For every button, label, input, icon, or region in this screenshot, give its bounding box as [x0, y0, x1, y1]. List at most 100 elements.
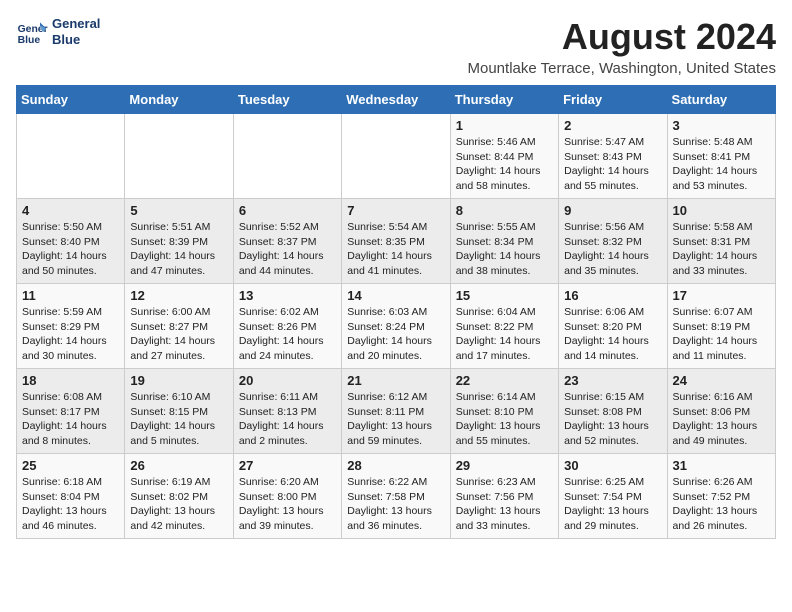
day-header-friday: Friday [559, 86, 667, 114]
day-info: Sunrise: 6:19 AM Sunset: 8:02 PM Dayligh… [130, 475, 227, 534]
calendar-cell: 3 Sunrise: 5:48 AM Sunset: 8:41 PM Daylig… [667, 114, 775, 199]
calendar-cell: 14Sunrise: 6:03 AM Sunset: 8:24 PM Dayli… [342, 284, 450, 369]
day-info: Sunrise: 5:52 AM Sunset: 8:37 PM Dayligh… [239, 220, 336, 279]
day-header-thursday: Thursday [450, 86, 558, 114]
day-number: 17 [673, 288, 770, 303]
calendar-cell [125, 114, 233, 199]
day-info: Sunrise: 5:58 AM Sunset: 8:31 PM Dayligh… [673, 220, 770, 279]
day-number: 23 [564, 373, 661, 388]
day-info: Sunrise: 5:47 AM Sunset: 8:43 PM Dayligh… [564, 135, 661, 194]
day-info: Sunrise: 6:08 AM Sunset: 8:17 PM Dayligh… [22, 390, 119, 449]
day-number: 26 [130, 458, 227, 473]
logo: General Blue General Blue [16, 16, 100, 48]
day-info: Sunrise: 6:23 AM Sunset: 7:56 PM Dayligh… [456, 475, 553, 534]
calendar-cell: 26 Sunrise: 6:19 AM Sunset: 8:02 PM Dayli… [125, 454, 233, 539]
logo-text-general: General [52, 16, 100, 32]
calendar-cell: 5 Sunrise: 5:51 AM Sunset: 8:39 PM Daylig… [125, 199, 233, 284]
calendar-cell: 19Sunrise: 6:10 AM Sunset: 8:15 PM Dayli… [125, 369, 233, 454]
calendar-cell: 21 Sunrise: 6:12 AM Sunset: 8:11 PM Dayli… [342, 369, 450, 454]
day-number: 22 [456, 373, 553, 388]
day-number: 21 [347, 373, 444, 388]
day-number: 3 [673, 118, 770, 133]
day-info: Sunrise: 6:00 AM Sunset: 8:27 PM Dayligh… [130, 305, 227, 364]
calendar-cell: 6Sunrise: 5:52 AM Sunset: 8:37 PM Daylig… [233, 199, 341, 284]
title-block: August 2024 Mountlake Terrace, Washingto… [468, 16, 777, 77]
calendar-cell: 25Sunrise: 6:18 AM Sunset: 8:04 PM Dayli… [17, 454, 125, 539]
week-row-3: 11Sunrise: 5:59 AM Sunset: 8:29 PM Dayli… [17, 284, 776, 369]
day-number: 29 [456, 458, 553, 473]
subtitle: Mountlake Terrace, Washington, United St… [468, 60, 777, 77]
day-number: 4 [22, 203, 119, 218]
day-info: Sunrise: 5:51 AM Sunset: 8:39 PM Dayligh… [130, 220, 227, 279]
calendar-cell: 16 Sunrise: 6:06 AM Sunset: 8:20 PM Dayli… [559, 284, 667, 369]
day-info: Sunrise: 6:25 AM Sunset: 7:54 PM Dayligh… [564, 475, 661, 534]
day-number: 25 [22, 458, 119, 473]
calendar-cell: 12 Sunrise: 6:00 AM Sunset: 8:27 PM Dayli… [125, 284, 233, 369]
day-info: Sunrise: 5:46 AM Sunset: 8:44 PM Dayligh… [456, 135, 553, 194]
day-info: Sunrise: 6:06 AM Sunset: 8:20 PM Dayligh… [564, 305, 661, 364]
page-header: General Blue General Blue August 2024 Mo… [16, 16, 776, 77]
main-title: August 2024 [468, 16, 777, 58]
day-number: 16 [564, 288, 661, 303]
day-info: Sunrise: 6:22 AM Sunset: 7:58 PM Dayligh… [347, 475, 444, 534]
week-row-4: 18 Sunrise: 6:08 AM Sunset: 8:17 PM Dayli… [17, 369, 776, 454]
calendar-cell: 11Sunrise: 5:59 AM Sunset: 8:29 PM Dayli… [17, 284, 125, 369]
day-header-monday: Monday [125, 86, 233, 114]
day-number: 15 [456, 288, 553, 303]
day-number: 30 [564, 458, 661, 473]
week-row-1: 1 Sunrise: 5:46 AM Sunset: 8:44 PM Daylig… [17, 114, 776, 199]
calendar-cell: 10 Sunrise: 5:58 AM Sunset: 8:31 PM Dayli… [667, 199, 775, 284]
day-number: 19 [130, 373, 227, 388]
day-info: Sunrise: 6:15 AM Sunset: 8:08 PM Dayligh… [564, 390, 661, 449]
day-number: 10 [673, 203, 770, 218]
day-info: Sunrise: 5:55 AM Sunset: 8:34 PM Dayligh… [456, 220, 553, 279]
day-info: Sunrise: 5:56 AM Sunset: 8:32 PM Dayligh… [564, 220, 661, 279]
day-number: 18 [22, 373, 119, 388]
day-number: 12 [130, 288, 227, 303]
week-row-5: 25Sunrise: 6:18 AM Sunset: 8:04 PM Dayli… [17, 454, 776, 539]
calendar-header-row: SundayMondayTuesdayWednesdayThursdayFrid… [17, 86, 776, 114]
day-info: Sunrise: 6:07 AM Sunset: 8:19 PM Dayligh… [673, 305, 770, 364]
day-number: 27 [239, 458, 336, 473]
calendar-cell: 15 Sunrise: 6:04 AM Sunset: 8:22 PM Dayli… [450, 284, 558, 369]
week-row-2: 4Sunrise: 5:50 AM Sunset: 8:40 PM Daylig… [17, 199, 776, 284]
day-number: 9 [564, 203, 661, 218]
calendar-cell: 28 Sunrise: 6:22 AM Sunset: 7:58 PM Dayli… [342, 454, 450, 539]
day-header-wednesday: Wednesday [342, 86, 450, 114]
calendar-cell: 4Sunrise: 5:50 AM Sunset: 8:40 PM Daylig… [17, 199, 125, 284]
calendar-cell [342, 114, 450, 199]
day-number: 11 [22, 288, 119, 303]
calendar-cell: 24Sunrise: 6:16 AM Sunset: 8:06 PM Dayli… [667, 369, 775, 454]
svg-text:Blue: Blue [18, 35, 41, 46]
day-info: Sunrise: 5:48 AM Sunset: 8:41 PM Dayligh… [673, 135, 770, 194]
calendar-cell: 31Sunrise: 6:26 AM Sunset: 7:52 PM Dayli… [667, 454, 775, 539]
day-number: 28 [347, 458, 444, 473]
calendar-cell: 8Sunrise: 5:55 AM Sunset: 8:34 PM Daylig… [450, 199, 558, 284]
day-info: Sunrise: 6:14 AM Sunset: 8:10 PM Dayligh… [456, 390, 553, 449]
logo-icon: General Blue [16, 16, 48, 48]
calendar-table: SundayMondayTuesdayWednesdayThursdayFrid… [16, 85, 776, 539]
calendar-cell: 17 Sunrise: 6:07 AM Sunset: 8:19 PM Dayli… [667, 284, 775, 369]
day-number: 24 [673, 373, 770, 388]
calendar-cell: 27Sunrise: 6:20 AM Sunset: 8:00 PM Dayli… [233, 454, 341, 539]
calendar-cell [17, 114, 125, 199]
calendar-cell: 13Sunrise: 6:02 AM Sunset: 8:26 PM Dayli… [233, 284, 341, 369]
calendar-cell: 23 Sunrise: 6:15 AM Sunset: 8:08 PM Dayli… [559, 369, 667, 454]
logo-text-blue: Blue [52, 32, 100, 48]
day-number: 14 [347, 288, 444, 303]
day-number: 31 [673, 458, 770, 473]
day-info: Sunrise: 6:04 AM Sunset: 8:22 PM Dayligh… [456, 305, 553, 364]
calendar-cell: 2Sunrise: 5:47 AM Sunset: 8:43 PM Daylig… [559, 114, 667, 199]
day-number: 5 [130, 203, 227, 218]
calendar-cell: 22 Sunrise: 6:14 AM Sunset: 8:10 PM Dayli… [450, 369, 558, 454]
day-header-tuesday: Tuesday [233, 86, 341, 114]
calendar-cell: 29 Sunrise: 6:23 AM Sunset: 7:56 PM Dayli… [450, 454, 558, 539]
calendar-cell: 18 Sunrise: 6:08 AM Sunset: 8:17 PM Dayli… [17, 369, 125, 454]
calendar-cell: 9 Sunrise: 5:56 AM Sunset: 8:32 PM Daylig… [559, 199, 667, 284]
day-info: Sunrise: 6:02 AM Sunset: 8:26 PM Dayligh… [239, 305, 336, 364]
day-info: Sunrise: 6:11 AM Sunset: 8:13 PM Dayligh… [239, 390, 336, 449]
day-number: 20 [239, 373, 336, 388]
calendar-cell: 7Sunrise: 5:54 AM Sunset: 8:35 PM Daylig… [342, 199, 450, 284]
day-info: Sunrise: 6:12 AM Sunset: 8:11 PM Dayligh… [347, 390, 444, 449]
day-number: 1 [456, 118, 553, 133]
